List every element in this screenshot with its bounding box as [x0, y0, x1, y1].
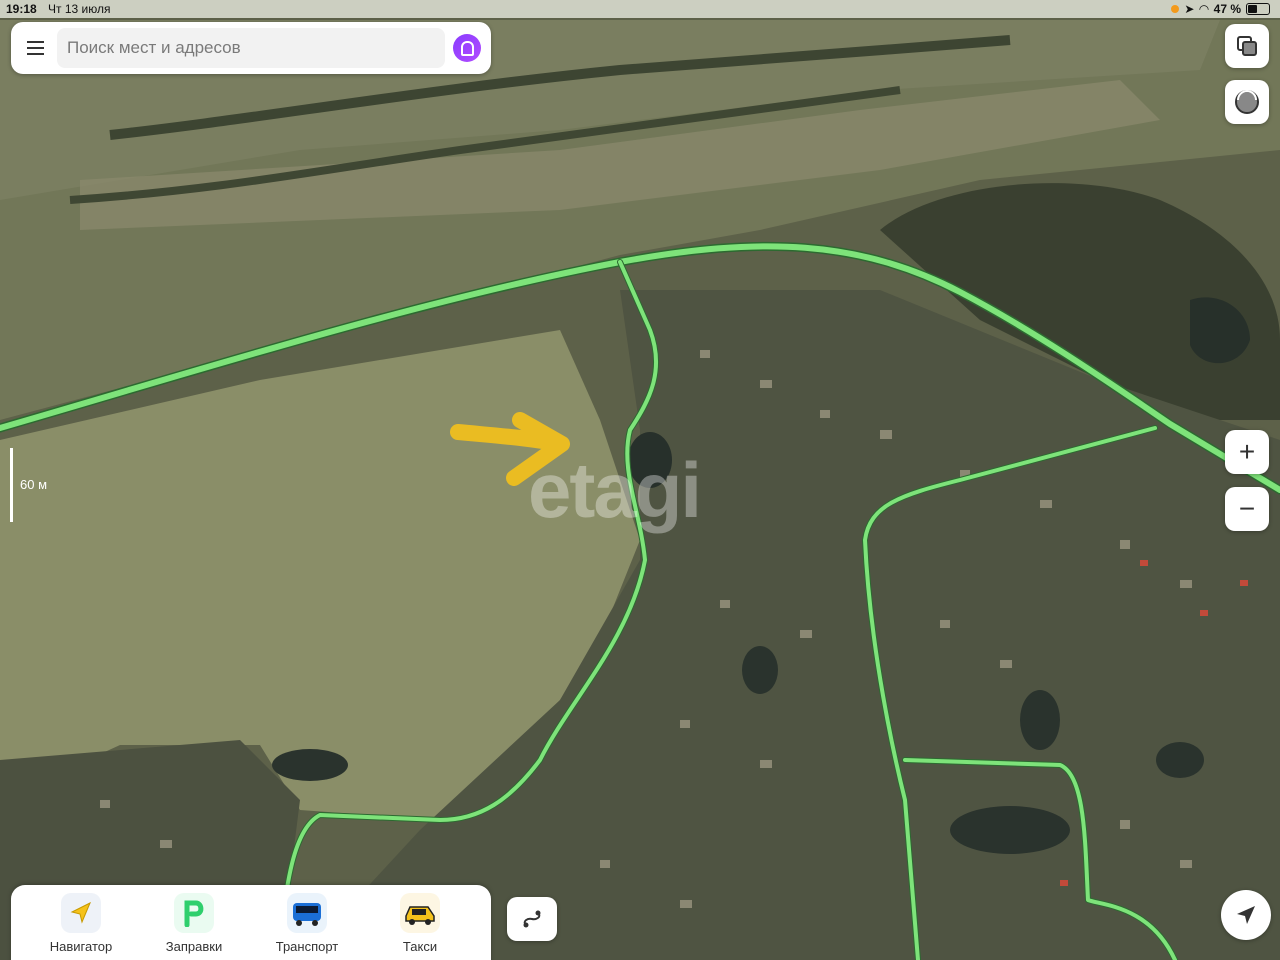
service-navigator[interactable]: Навигатор — [26, 893, 136, 954]
traffic-button[interactable] — [1225, 80, 1269, 124]
battery-icon — [1246, 3, 1270, 15]
battery-fill — [1248, 5, 1257, 13]
zoom-out-button[interactable]: − — [1225, 487, 1269, 531]
status-date: Чт 13 июля — [48, 2, 111, 16]
route-button[interactable] — [507, 897, 557, 941]
satellite-map[interactable] — [0, 0, 1280, 960]
scale-bar — [10, 448, 13, 522]
pond-4 — [1020, 690, 1060, 750]
navigator-arrow-icon — [61, 893, 101, 933]
service-taxi[interactable]: Такси — [365, 893, 475, 954]
search-input[interactable]: Поиск мест и адресов — [57, 28, 445, 68]
minus-icon: − — [1238, 493, 1256, 524]
pond-1 — [628, 432, 672, 488]
location-arrow-icon — [1237, 906, 1255, 924]
layers-button[interactable] — [1225, 24, 1269, 68]
services-panel: Навигатор Заправки Транспорт Такси — [11, 885, 491, 960]
pond-6 — [1156, 742, 1204, 778]
service-label: Такси — [402, 939, 438, 954]
scale-label: 60 м — [20, 477, 48, 492]
bus-icon — [287, 893, 327, 933]
pond-3 — [950, 806, 1070, 854]
status-right: ➤ ◠ 47 % — [1171, 2, 1270, 16]
service-label: Навигатор — [49, 939, 113, 954]
service-fuel[interactable]: Заправки — [139, 893, 249, 954]
menu-icon[interactable] — [21, 34, 49, 62]
pond-2 — [272, 749, 348, 781]
recording-dot-icon — [1171, 5, 1180, 13]
map-app: etagi Домклик 19:18 Чт 13 июля ➤ ◠ 47 % … — [0, 0, 1280, 960]
status-time: 19:18 — [6, 2, 37, 16]
service-label: Транспорт — [275, 939, 339, 954]
alice-voice-icon[interactable] — [453, 34, 481, 62]
service-transport[interactable]: Транспорт — [252, 893, 362, 954]
service-label: Заправки — [165, 939, 223, 954]
search-bar: Поиск мест и адресов — [11, 22, 491, 74]
location-arrow-icon: ➤ — [1184, 2, 1195, 16]
traffic-ring-icon — [1235, 90, 1259, 114]
wifi-icon: ◠ — [1199, 2, 1209, 16]
route-icon — [523, 910, 541, 928]
taxi-car-icon — [400, 893, 440, 933]
fuel-p-icon — [174, 893, 214, 933]
plus-icon: + — [1238, 436, 1256, 467]
pond-5 — [742, 646, 778, 694]
status-bar: 19:18 Чт 13 июля ➤ ◠ 47 % — [0, 0, 1280, 18]
my-location-button[interactable] — [1221, 890, 1271, 940]
zoom-in-button[interactable]: + — [1225, 430, 1269, 474]
layers-icon — [1237, 36, 1257, 56]
battery-percent: 47 % — [1213, 2, 1241, 16]
